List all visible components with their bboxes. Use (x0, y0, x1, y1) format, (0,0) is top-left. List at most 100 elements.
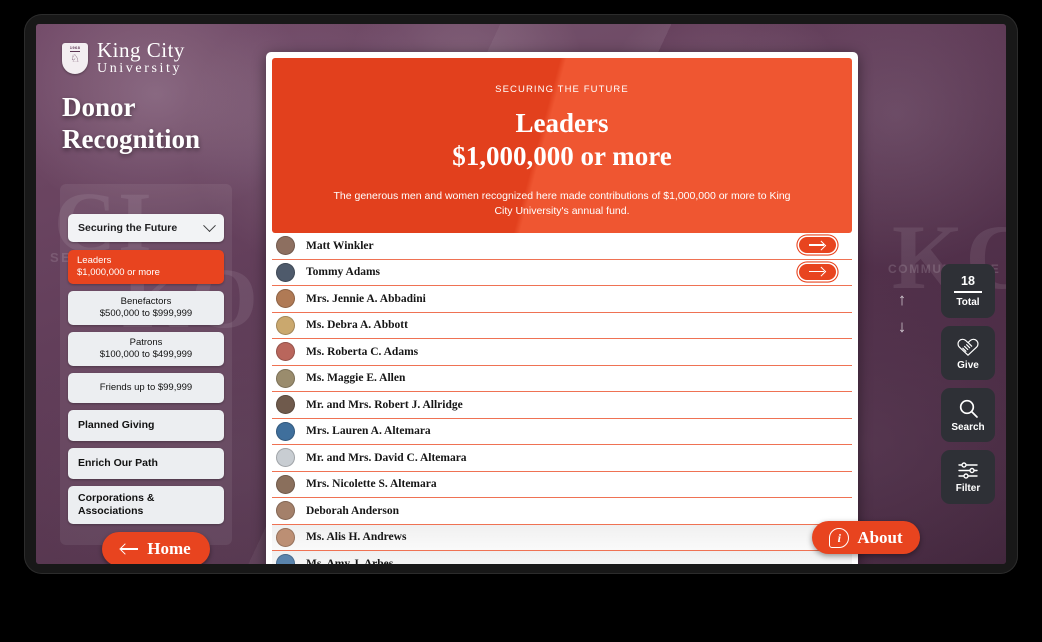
table-row[interactable]: Mrs. Jennie A. Abbadini (272, 286, 852, 313)
chevron-down-icon (203, 218, 216, 232)
arrow-up-icon[interactable]: ↑ (891, 286, 913, 313)
sidebar-item-benefactors[interactable]: Benefactors $500,000 to $999,999 (68, 291, 224, 325)
sidebar-item-benefactors-range: $500,000 to $999,999 (99, 308, 193, 319)
wordmark-line-1: King City (97, 38, 185, 62)
crest-emblem: ♘ (70, 52, 80, 65)
avatar (276, 474, 295, 494)
banner-title-line-2: $1,000,000 or more (452, 140, 672, 171)
avatar (276, 262, 295, 282)
donor-name: Mrs. Lauren A. Altemara (306, 425, 431, 438)
avatar (276, 527, 295, 547)
filter-button[interactable]: Filter (941, 450, 995, 504)
avatar (276, 315, 295, 335)
donor-name: Mr. and Mrs. David C. Altemara (306, 451, 467, 464)
page-title-line-2: Recognition (62, 123, 200, 154)
kiosk-screen: CI KO KCU SERVICE COMMUNITY SE 1968 ♘ Ki… (36, 24, 1006, 564)
sidebar-item-planned-giving[interactable]: Planned Giving (68, 410, 224, 441)
sidebar-item-corporations-label-2: Associations (78, 505, 144, 517)
sidebar-item-friends[interactable]: Friends up to $99,999 (68, 373, 224, 403)
info-icon: i (829, 527, 850, 548)
avatar (276, 554, 295, 564)
donor-name: Ms. Alis H. Andrews (306, 531, 407, 544)
table-row[interactable]: Ms. Maggie E. Allen (272, 366, 852, 392)
avatar (276, 342, 295, 362)
search-icon (958, 398, 979, 419)
page-title: Donor Recognition (62, 92, 200, 156)
donor-name: Deborah Anderson (306, 504, 399, 517)
about-button[interactable]: i About (812, 521, 920, 554)
table-row[interactable]: Ms. Amy J. Arbes (272, 551, 852, 564)
banner-description: The generous men and women recognized he… (333, 189, 791, 218)
avatar (276, 368, 295, 388)
category-banner: SECURING THE FUTURE Leaders $1,000,000 o… (272, 58, 852, 233)
avatar (276, 421, 295, 441)
kiosk-device-frame: CI KO KCU SERVICE COMMUNITY SE 1968 ♘ Ki… (24, 14, 1018, 574)
table-row[interactable]: Mr. and Mrs. Robert J. Allridge (272, 392, 852, 419)
donor-name: Ms. Maggie E. Allen (306, 372, 406, 385)
list-scroll-controls[interactable]: ↑ ↓ (891, 286, 913, 340)
about-button-label: About (857, 527, 903, 547)
shield-crest-icon: 1968 ♘ (62, 42, 88, 74)
total-count-label: Total (956, 296, 980, 308)
give-button-label: Give (957, 359, 979, 371)
hand-heart-icon (956, 336, 980, 357)
table-row[interactable]: Tommy Adams (272, 260, 852, 286)
table-row[interactable]: Matt Winkler (272, 233, 852, 260)
table-row[interactable]: Mr. and Mrs. David C. Altemara (272, 445, 852, 472)
sidebar-item-friends-label: Friends up to $99,999 (99, 382, 193, 393)
filter-button-label: Filter (955, 482, 981, 494)
sidebar-item-patrons[interactable]: Patrons $100,000 to $499,999 (68, 332, 224, 366)
sidebar-item-leaders[interactable]: Leaders $1,000,000 or more (68, 250, 224, 284)
table-row[interactable]: Deborah Anderson (272, 498, 852, 525)
give-button[interactable]: Give (941, 326, 995, 380)
donor-list[interactable]: Matt Winkler Tommy Adams Mrs. Jennie A. … (266, 233, 858, 564)
avatar (276, 501, 295, 521)
sidebar-item-corporations-label-1: Corporations & (78, 492, 155, 504)
tool-rail: 18 Total Give Search Filter (941, 264, 995, 512)
sidebar-item-corporations[interactable]: Corporations & Associations (68, 486, 224, 524)
total-count-value: 18 (961, 274, 975, 289)
sidebar-item-planned-giving-label: Planned Giving (78, 419, 155, 431)
sidebar-item-leaders-range: $1,000,000 or more (77, 267, 160, 278)
university-logo[interactable]: 1968 ♘ King City University (62, 40, 200, 76)
masthead: 1968 ♘ King City University Donor Recogn… (62, 40, 200, 156)
donor-name: Mr. and Mrs. Robert J. Allridge (306, 398, 463, 411)
home-button[interactable]: Home (102, 532, 210, 564)
table-row[interactable]: Mrs. Nicolette S. Altemara (272, 472, 852, 498)
sidebar-item-enrich-our-path[interactable]: Enrich Our Path (68, 448, 224, 479)
fund-select-value: Securing the Future (78, 222, 178, 234)
arrow-left-icon (121, 544, 139, 554)
sidebar-item-benefactors-label: Benefactors (120, 296, 172, 307)
search-button-label: Search (951, 421, 985, 433)
donor-detail-arrow-button[interactable] (799, 263, 836, 280)
donor-detail-arrow-button[interactable] (799, 237, 836, 253)
donor-name: Mrs. Jennie A. Abbadini (306, 292, 426, 305)
donor-name: Tommy Adams (306, 266, 381, 279)
wordmark-line-2: University (97, 61, 183, 76)
category-nav-panel: Securing the Future Leaders $1,000,000 o… (60, 184, 232, 545)
table-row[interactable]: Ms. Debra A. Abbott (272, 313, 852, 339)
avatar (276, 448, 295, 468)
fund-select[interactable]: Securing the Future (68, 214, 224, 242)
sidebar-item-enrich-our-path-label: Enrich Our Path (78, 457, 158, 469)
table-row[interactable]: Ms. Alis H. Andrews (272, 524, 852, 551)
sidebar-item-patrons-label: Patrons (129, 337, 163, 348)
donor-name: Mrs. Nicolette S. Altemara (306, 478, 437, 491)
donor-name: Matt Winkler (306, 239, 374, 252)
sidebar-item-patrons-range: $100,000 to $499,999 (99, 349, 193, 360)
donor-name: Ms. Amy J. Arbes (306, 557, 394, 564)
avatar (276, 289, 295, 309)
search-button[interactable]: Search (941, 388, 995, 442)
table-row[interactable]: Mrs. Lauren A. Altemara (272, 419, 852, 445)
banner-title-line-1: Leaders (515, 108, 609, 138)
table-row[interactable]: Ms. Roberta C. Adams (272, 339, 852, 366)
crest-year: 1968 (69, 45, 81, 52)
donor-name: Ms. Roberta C. Adams (306, 345, 419, 358)
avatar (276, 236, 295, 256)
banner-kicker: SECURING THE FUTURE (495, 84, 629, 95)
wordmark: King City University (97, 40, 185, 76)
banner-title: Leaders $1,000,000 or more (312, 107, 812, 173)
avatar (276, 395, 295, 415)
arrow-down-icon[interactable]: ↓ (891, 313, 913, 340)
page-title-line-1: Donor (62, 92, 136, 122)
